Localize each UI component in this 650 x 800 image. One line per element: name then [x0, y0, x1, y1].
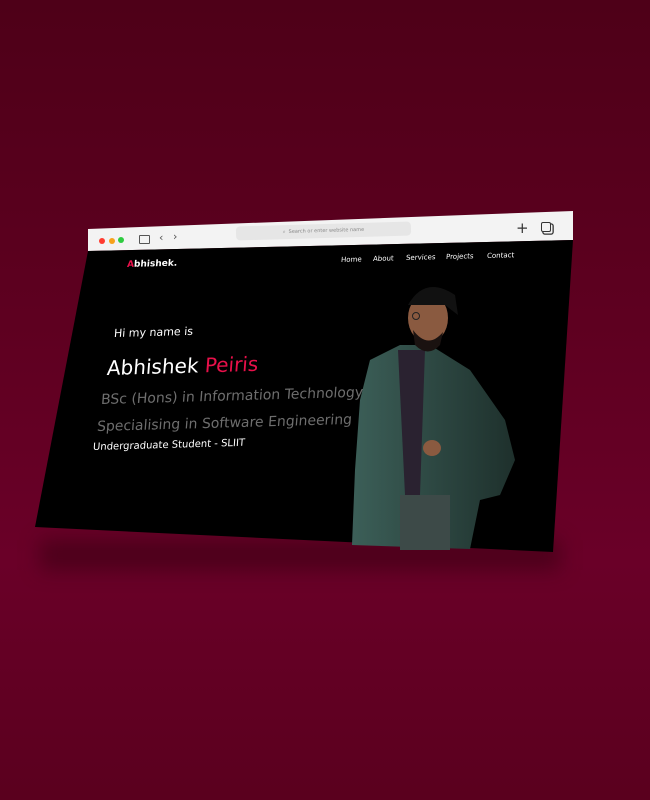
full-name: Abhishek Peiris — [106, 352, 259, 380]
first-name: Abhishek — [106, 353, 200, 381]
last-name: Peiris — [203, 351, 260, 378]
greeting: Hi my name is — [113, 324, 194, 341]
